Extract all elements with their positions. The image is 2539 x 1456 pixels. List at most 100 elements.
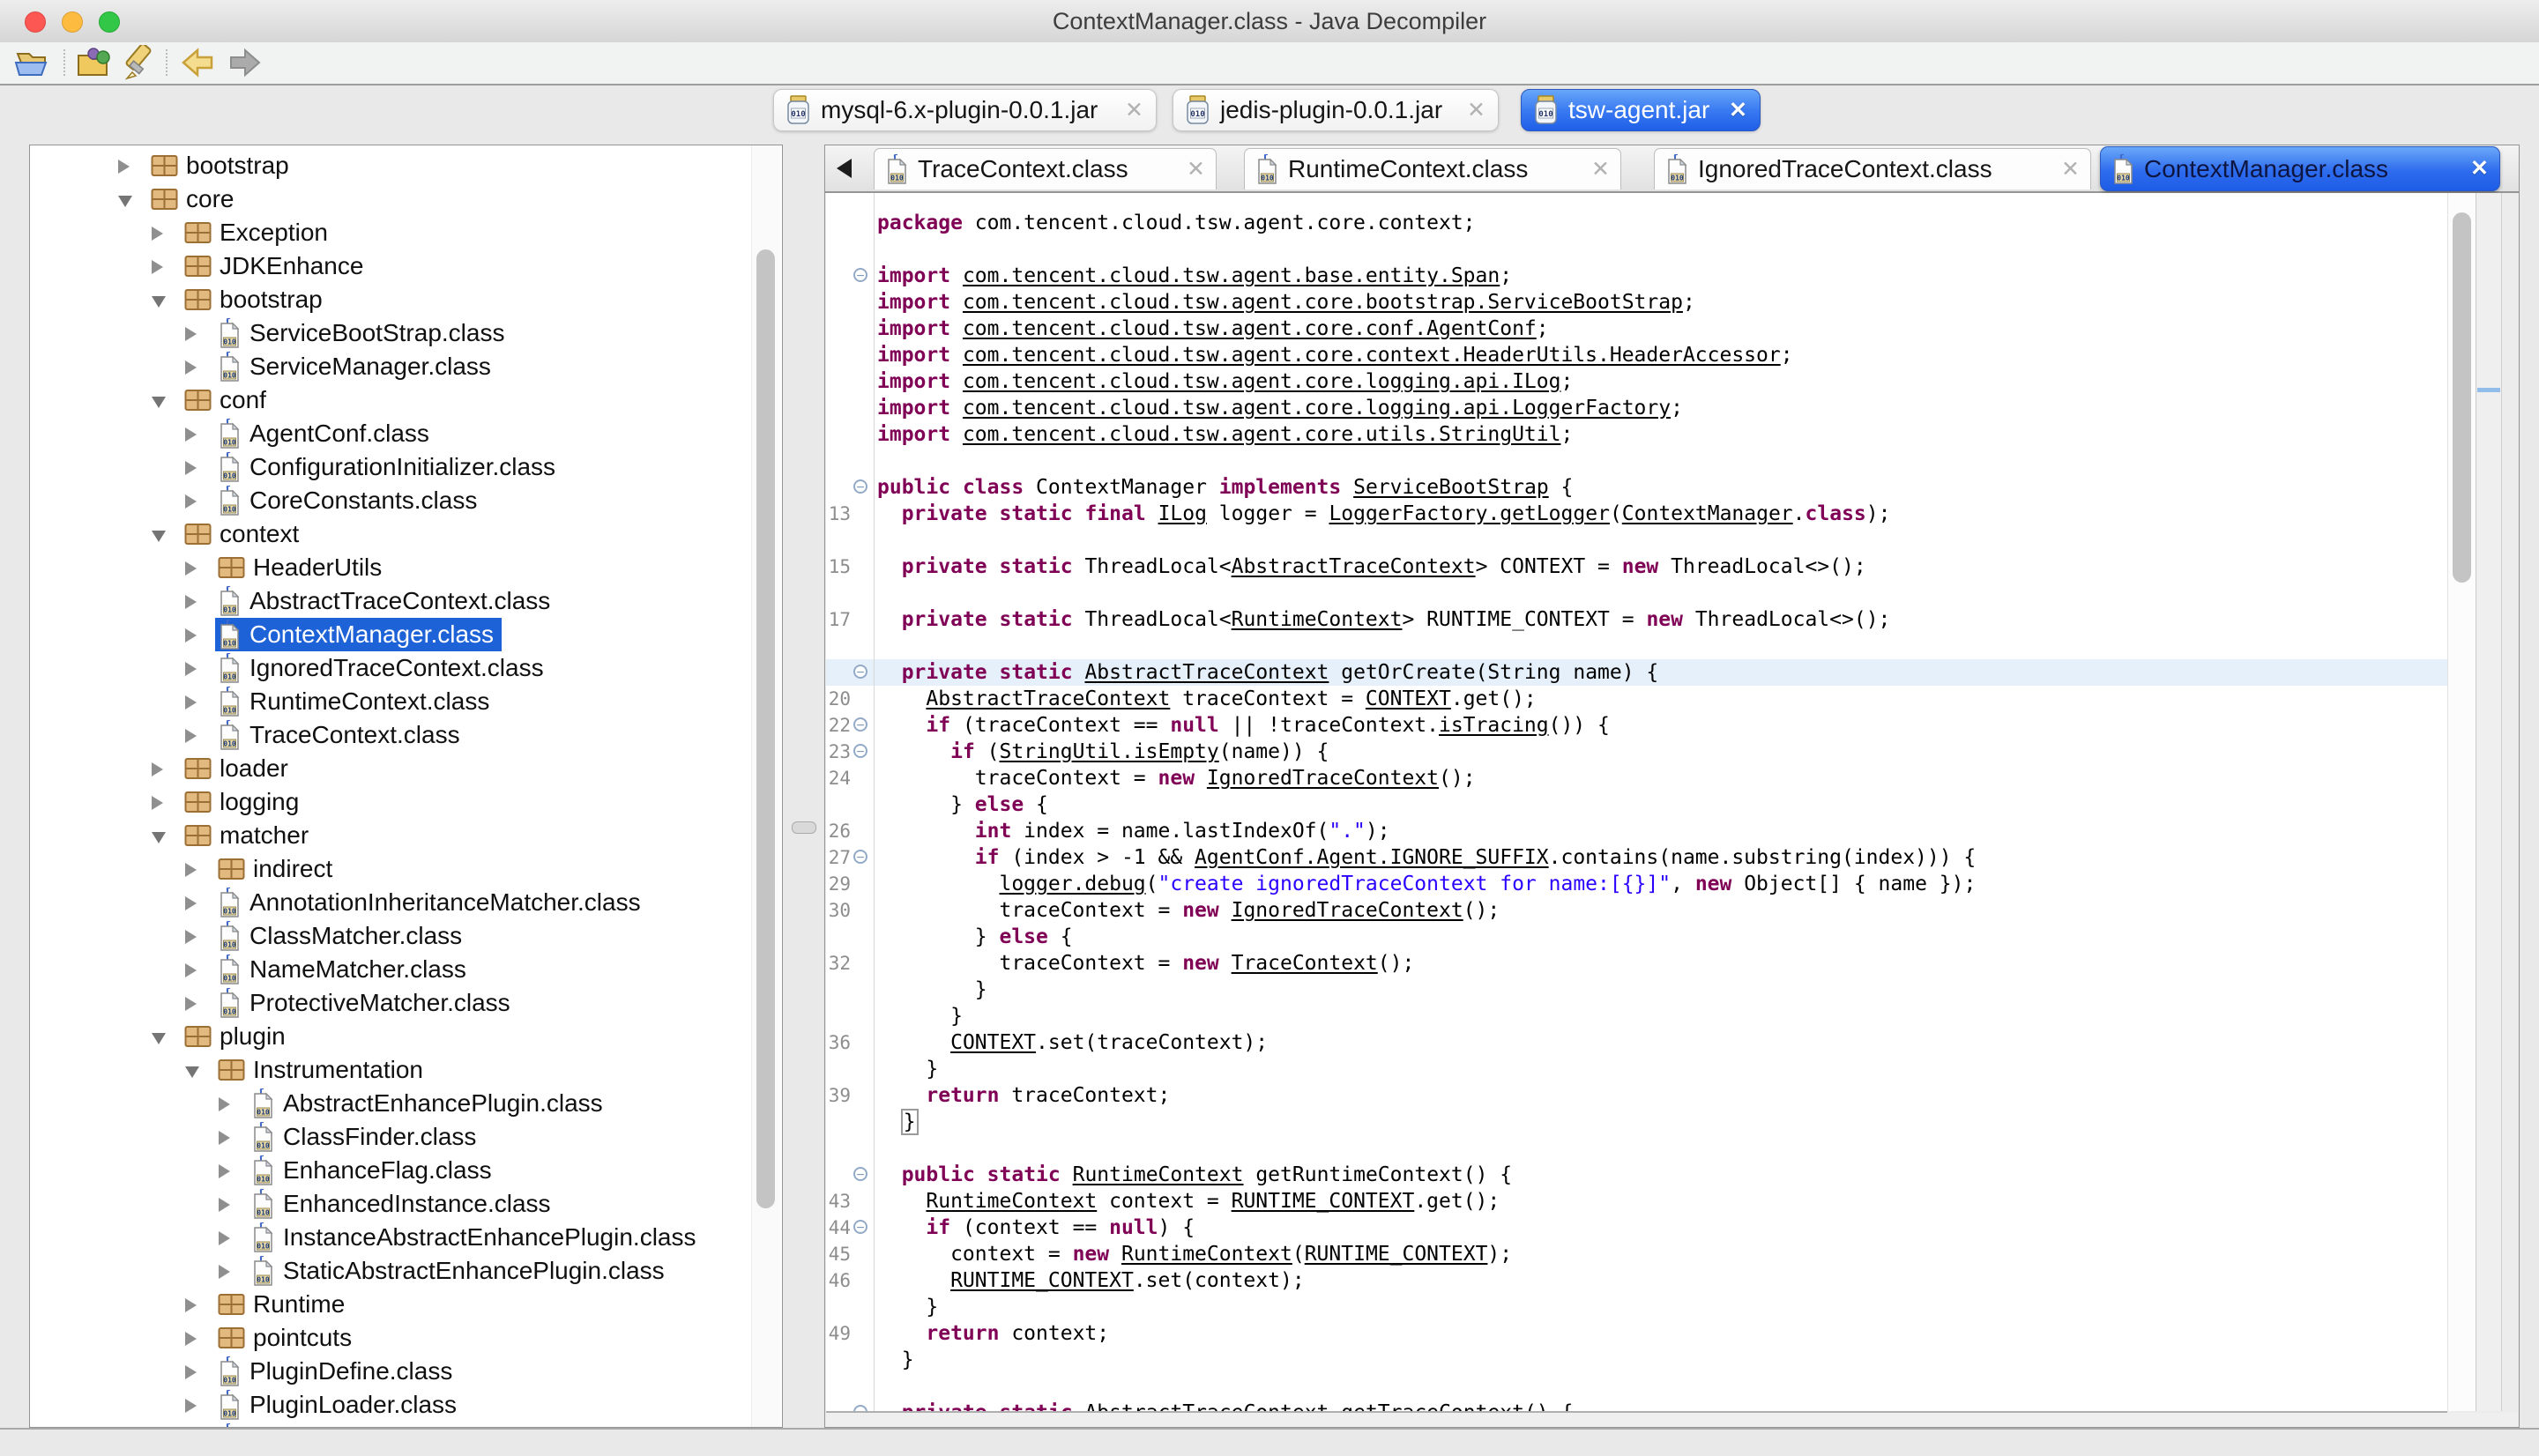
chevron-right-icon[interactable] bbox=[185, 1365, 197, 1379]
tree-item[interactable]: bootstrap bbox=[30, 149, 782, 182]
chevron-right-icon[interactable] bbox=[152, 260, 163, 274]
tree-item[interactable]: conf bbox=[30, 383, 782, 417]
code-line[interactable] bbox=[826, 580, 2447, 606]
tree-item[interactable]: indirect bbox=[30, 852, 782, 886]
class-tab[interactable]: 010RuntimeContext.class✕ bbox=[1244, 148, 1621, 189]
code-line[interactable] bbox=[826, 448, 2447, 474]
class-tab[interactable]: 010IgnoredTraceContext.class✕ bbox=[1654, 148, 2091, 189]
code-link[interactable]: com.tencent.cloud.tsw.agent.core.logging… bbox=[963, 370, 1561, 393]
code-link[interactable]: RUNTIME_CONTEXT bbox=[950, 1269, 1134, 1292]
chevron-right-icon[interactable] bbox=[185, 997, 197, 1011]
code-link[interactable]: AbstractTraceContext bbox=[1084, 1401, 1329, 1413]
chevron-down-icon[interactable] bbox=[152, 296, 166, 308]
code-line[interactable]: − private static AbstractTraceContext ge… bbox=[826, 659, 2447, 686]
code-link[interactable]: com.tencent.cloud.tsw.agent.core.logging… bbox=[963, 397, 1671, 420]
code-line[interactable]: 46 RUNTIME_CONTEXT.set(context); bbox=[826, 1267, 2447, 1294]
code-line[interactable]: 13 private static final ILog logger = Lo… bbox=[826, 501, 2447, 527]
chevron-right-icon[interactable] bbox=[185, 628, 197, 643]
chevron-right-icon[interactable] bbox=[185, 963, 197, 977]
chevron-down-icon[interactable] bbox=[152, 397, 166, 408]
tree-item[interactable]: 010TraceContext.class bbox=[30, 718, 782, 752]
code-link[interactable]: ILog bbox=[1158, 502, 1207, 525]
tree-item[interactable]: plugin bbox=[30, 1020, 782, 1053]
fold-minus-icon[interactable]: − bbox=[851, 659, 872, 686]
chevron-right-icon[interactable] bbox=[219, 1164, 230, 1178]
code-line[interactable]: } else { bbox=[826, 791, 2447, 818]
code-line[interactable]: } else { bbox=[826, 924, 2447, 950]
fold-minus-icon[interactable]: − bbox=[851, 1162, 872, 1188]
code-line[interactable]: 49 return context; bbox=[826, 1320, 2447, 1347]
chevron-right-icon[interactable] bbox=[219, 1265, 230, 1279]
code-line[interactable]: import com.tencent.cloud.tsw.agent.core.… bbox=[826, 316, 2447, 342]
tree-item[interactable]: 010PluginDefine.class bbox=[30, 1355, 782, 1388]
chevron-right-icon[interactable] bbox=[185, 494, 197, 509]
code-line[interactable]: 23− if (StringUtil.isEmpty(name)) { bbox=[826, 739, 2447, 765]
chevron-right-icon[interactable] bbox=[185, 561, 197, 576]
close-icon[interactable]: ✕ bbox=[1591, 159, 1610, 181]
code-line[interactable]: 39 return traceContext; bbox=[826, 1082, 2447, 1109]
chevron-right-icon[interactable] bbox=[185, 662, 197, 676]
tree-item[interactable]: 010AgentConf.class bbox=[30, 417, 782, 450]
chevron-right-icon[interactable] bbox=[185, 1332, 197, 1346]
code-link[interactable]: com.tencent.cloud.tsw.agent.base.entity.… bbox=[963, 264, 1500, 287]
overview-ruler-marker[interactable] bbox=[2477, 388, 2500, 392]
chevron-right-icon[interactable] bbox=[185, 595, 197, 609]
search-icon[interactable] bbox=[118, 45, 157, 82]
fold-minus-icon[interactable]: − bbox=[851, 474, 872, 501]
close-icon[interactable]: ✕ bbox=[1729, 100, 1747, 122]
chevron-down-icon[interactable] bbox=[152, 832, 166, 843]
code-link[interactable]: isTracing bbox=[1439, 714, 1549, 737]
code-link[interactable]: IgnoredTraceContext bbox=[1207, 767, 1439, 790]
tree-scrollbar-thumb[interactable] bbox=[756, 249, 775, 1208]
chevron-right-icon[interactable] bbox=[185, 1298, 197, 1312]
tree-item[interactable]: JDKEnhance bbox=[30, 249, 782, 283]
code-link[interactable]: logger.debug bbox=[999, 873, 1145, 895]
code-line[interactable]: − private static AbstractTraceContext ge… bbox=[826, 1400, 2447, 1413]
chevron-right-icon[interactable] bbox=[185, 863, 197, 877]
code-line[interactable] bbox=[826, 633, 2447, 659]
tree-item[interactable]: 010ProtectiveMatcher.class bbox=[30, 986, 782, 1020]
tree-item[interactable]: 010AnnotationInheritanceMatcher.class bbox=[30, 886, 782, 919]
chevron-right-icon[interactable] bbox=[185, 729, 197, 743]
tree-item[interactable]: 010IgnoredTraceContext.class bbox=[30, 651, 782, 685]
overview-ruler[interactable] bbox=[2476, 193, 2502, 1411]
code-line[interactable]: 20 AbstractTraceContext traceContext = C… bbox=[826, 686, 2447, 712]
fold-minus-icon[interactable]: − bbox=[851, 1215, 872, 1241]
code-link[interactable]: RuntimeContext bbox=[1232, 608, 1403, 631]
chevron-right-icon[interactable] bbox=[185, 360, 197, 375]
editor-scrollbar[interactable] bbox=[2447, 193, 2476, 1411]
tree-item[interactable]: 010EnhanceFlag.class bbox=[30, 1154, 782, 1187]
code-link[interactable]: com.tencent.cloud.tsw.agent.core.context… bbox=[963, 344, 1781, 367]
code-link[interactable]: TraceContext bbox=[1232, 952, 1378, 975]
code-line[interactable]: import com.tencent.cloud.tsw.agent.core.… bbox=[826, 368, 2447, 395]
tree-item[interactable]: 010ConfigurationInitializer.class bbox=[30, 450, 782, 484]
tree-item[interactable]: Exception bbox=[30, 216, 782, 249]
chevron-down-icon[interactable] bbox=[152, 531, 166, 542]
chevron-right-icon[interactable] bbox=[219, 1198, 230, 1212]
code-line[interactable]: import com.tencent.cloud.tsw.agent.core.… bbox=[826, 289, 2447, 316]
code-line[interactable]: } bbox=[826, 1109, 2447, 1135]
code-link[interactable]: com.tencent.cloud.tsw.agent.core.bootstr… bbox=[963, 291, 1683, 314]
chevron-right-icon[interactable] bbox=[219, 1097, 230, 1111]
close-icon[interactable]: ✕ bbox=[1187, 159, 1205, 181]
tree-item[interactable]: logging bbox=[30, 785, 782, 819]
code-line[interactable]: 26 int index = name.lastIndexOf("."); bbox=[826, 818, 2447, 844]
tree-item[interactable]: 010ClassFinder.class bbox=[30, 1120, 782, 1154]
code-line[interactable]: 27− if (index > -1 && AgentConf.Agent.IG… bbox=[826, 844, 2447, 871]
tree-item[interactable]: 010PluginLoader.class bbox=[30, 1388, 782, 1422]
tree-item[interactable]: 010EnhancedInstance.class bbox=[30, 1187, 782, 1221]
code-link[interactable]: RuntimeContext bbox=[1121, 1243, 1292, 1266]
tree-item[interactable]: 010StaticAbstractEnhancePlugin.class bbox=[30, 1254, 782, 1288]
code-line[interactable]: −public class ContextManager implements … bbox=[826, 474, 2447, 501]
code-link[interactable]: CONTEXT bbox=[950, 1031, 1036, 1054]
code-link[interactable]: ServiceBootStrap bbox=[1353, 476, 1549, 499]
code-line[interactable]: import com.tencent.cloud.tsw.agent.core.… bbox=[826, 395, 2447, 421]
chevron-right-icon[interactable] bbox=[219, 1131, 230, 1145]
title-bar[interactable]: ContextManager.class - Java Decompiler bbox=[0, 0, 2539, 43]
tree-item[interactable]: context bbox=[30, 517, 782, 551]
code-link[interactable]: ContextManager bbox=[1622, 502, 1793, 525]
tree-item[interactable]: 010InstanceAbstractEnhancePlugin.class bbox=[30, 1221, 782, 1254]
chevron-right-icon[interactable] bbox=[185, 1399, 197, 1413]
tree-item[interactable]: 010ClassMatcher.class bbox=[30, 919, 782, 953]
code-line[interactable] bbox=[826, 527, 2447, 553]
